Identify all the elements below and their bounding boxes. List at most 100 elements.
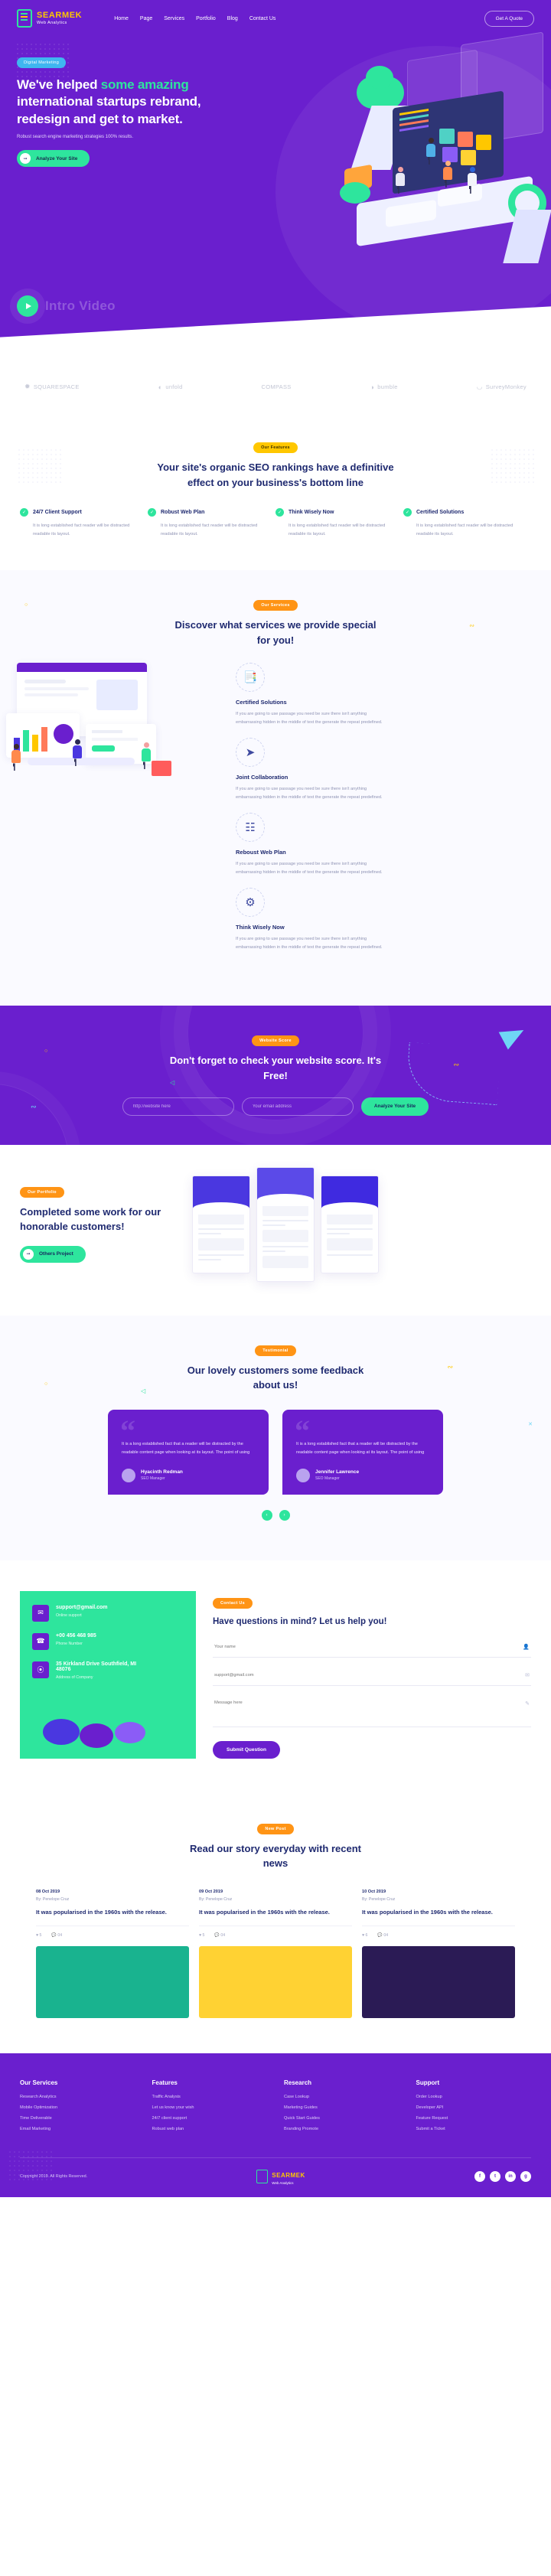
brand-logo[interactable]: SEARMEK Web Analytics: [17, 9, 82, 28]
footer-link[interactable]: Traffic Analysis: [152, 2095, 268, 2099]
paper-plane-icon: ➤: [236, 738, 265, 768]
portfolio-intro: Our Portfolio Completed some work for ou…: [20, 1176, 184, 1263]
testimonial-name: Jennifer Lawrence: [315, 1469, 360, 1475]
nav-item-services[interactable]: Services: [164, 16, 184, 21]
footer-heading: Research: [284, 2079, 312, 2087]
phone-icon: ☎: [32, 1632, 49, 1650]
footer-link[interactable]: Mobile Optimization: [20, 2105, 135, 2110]
service-title: Certified Solutions: [236, 699, 287, 706]
email-input[interactable]: [214, 1672, 526, 1678]
facebook-icon[interactable]: f: [474, 2170, 485, 2182]
user-icon: 👤: [523, 1644, 530, 1650]
envelope-icon: ✉: [32, 1604, 49, 1622]
submit-question-button[interactable]: Submit Question: [213, 1740, 280, 1759]
services-grid: 📑 Certified Solutions If you are going t…: [236, 663, 534, 951]
footer-link[interactable]: 24/7 client support: [152, 2116, 268, 2121]
prev-button[interactable]: ‹: [261, 1509, 272, 1521]
nav-item-portfolio[interactable]: Portfolio: [196, 16, 216, 21]
google-icon[interactable]: g: [520, 2170, 531, 2182]
brand-tagline: Web Analytics: [37, 20, 67, 25]
portfolio-shot[interactable]: [321, 1175, 379, 1273]
blog-thumbnail: [36, 1946, 189, 2019]
blog-card[interactable]: 09 Oct 2019 By: Penelope Cruz It was pop…: [199, 1890, 352, 2019]
feature-card: ✓ 24/7 Client Support It is long establi…: [20, 508, 148, 538]
service-card-certified-solutions[interactable]: 📑 Certified Solutions If you are going t…: [236, 663, 383, 727]
blog-card[interactable]: 10 Oct 2019 By: Penelope Cruz It was pop…: [362, 1890, 515, 2019]
testimonial-role: SEO Manager: [141, 1476, 165, 1482]
service-card-reboust-web-plan[interactable]: ☷ Reboust Web Plan If you are going to u…: [236, 813, 383, 877]
footer-link[interactable]: Robust web plan: [152, 2127, 268, 2131]
feature-desc: It is long established fact reader will …: [289, 523, 386, 536]
check-icon: ✓: [276, 508, 284, 517]
footer-link[interactable]: Quick Start Guides: [284, 2116, 399, 2121]
footer-link[interactable]: Developer API: [416, 2105, 532, 2110]
website-url-input[interactable]: [122, 1097, 234, 1116]
portfolio-shot[interactable]: [192, 1175, 250, 1273]
hero-analyze-button[interactable]: ➞ Analyze Your Site: [17, 150, 90, 168]
logo-label: SurveyMonkey: [485, 383, 527, 390]
footer-column-our-services: Our Services Research Analytics Mobile O…: [20, 2079, 135, 2137]
hero-section: SEARMEK Web Analytics Home Page Services…: [0, 0, 551, 360]
pie-chart-decoration: [37, 1705, 167, 1753]
hero-title-accent: some amazing: [100, 77, 189, 92]
footer-heading: Features: [152, 2079, 178, 2087]
footer-bottom: Copyright 2019. All Rights Reserved. SEA…: [20, 2157, 531, 2197]
location-icon: ⦿: [32, 1661, 49, 1678]
service-desc: If you are going to use passage you need…: [236, 787, 383, 801]
hero-title: We've helped some amazing international s…: [17, 77, 253, 128]
testimonials-section: ○ ◁ ∾ ✕ Testimonial Our lovely customers…: [0, 1315, 551, 1560]
name-input[interactable]: [214, 1644, 523, 1649]
hero-analyze-label: Analyze Your Site: [36, 155, 78, 161]
main-navbar: SEARMEK Web Analytics Home Page Services…: [0, 0, 551, 28]
service-card-think-wisely-now[interactable]: ⚙ Think Wisely Now If you are going to u…: [236, 887, 383, 952]
nav-links: Home Page Services Portfolio Blog Contac…: [114, 16, 276, 21]
blog-likes: ♥ 5: [36, 1933, 42, 1939]
logo-surveymonkey: ◡ SurveyMonkey: [477, 383, 527, 391]
nav-item-contact-us[interactable]: Contact Us: [249, 16, 276, 21]
cta-analyze-button[interactable]: Analyze Your Site: [360, 1097, 429, 1116]
intro-video-label: Intro Video: [45, 298, 116, 313]
features-list: ✓ 24/7 Client Support It is long establi…: [0, 490, 551, 570]
blog-author: By: Penelope Cruz: [36, 1896, 70, 1902]
footer-link[interactable]: Time Deliverable: [20, 2116, 135, 2121]
footer-link[interactable]: Feature Request: [416, 2116, 532, 2121]
portfolio-screenshots: [192, 1166, 379, 1282]
nav-item-home[interactable]: Home: [114, 16, 129, 21]
footer-link[interactable]: Branding Promote: [284, 2127, 399, 2131]
features-title: Your site's organic SEO rankings have a …: [157, 461, 394, 488]
footer-link[interactable]: Let us know your wish: [152, 2105, 268, 2110]
footer-columns: Our Services Research Analytics Mobile O…: [20, 2079, 531, 2137]
linkedin-icon[interactable]: in: [504, 2170, 516, 2182]
blog-thumbnail: [362, 1946, 515, 2019]
surveymonkey-icon: ◡: [476, 383, 483, 390]
service-card-joint-collaboration[interactable]: ➤ Joint Collaboration If you are going t…: [236, 738, 383, 802]
message-input[interactable]: [214, 1700, 526, 1710]
get-a-quote-button[interactable]: Get A Quote: [484, 10, 534, 27]
footer-link[interactable]: Case Lookup: [284, 2095, 399, 2099]
footer-link[interactable]: Email Marketing: [20, 2127, 135, 2131]
play-icon[interactable]: [17, 295, 38, 317]
others-project-button[interactable]: ➞ Others Project: [20, 1245, 86, 1263]
contact-info-title: +00 456 468 985: [56, 1632, 96, 1639]
footer-link[interactable]: Submit a Ticket: [416, 2127, 532, 2131]
hero-title-part2: international startups rebrand, redesign…: [17, 94, 201, 126]
footer-link[interactable]: Research Analytics: [20, 2095, 135, 2099]
footer-link[interactable]: Marketing Guides: [284, 2105, 399, 2110]
pencil-icon: ✎: [525, 1700, 530, 1707]
footer-link[interactable]: Order Lookup: [416, 2095, 532, 2099]
blog-likes: ♥ 5: [199, 1933, 205, 1939]
portfolio-shot[interactable]: [256, 1166, 315, 1282]
next-button[interactable]: ›: [279, 1509, 290, 1521]
portfolio-section: Our Portfolio Completed some work for ou…: [0, 1144, 551, 1316]
paper-plane-decoration: [498, 1021, 529, 1050]
squarespace-icon: ✹: [24, 383, 31, 390]
nav-item-blog[interactable]: Blog: [227, 16, 238, 21]
footer-brand[interactable]: SEARMEK Web Analytics: [256, 2167, 305, 2185]
blog-post-title: It was popularised in the 1960s with the…: [362, 1908, 493, 1916]
blog-date: 08 Oct 2019: [36, 1889, 60, 1894]
name-field-row: 👤: [213, 1637, 531, 1658]
intro-video-block[interactable]: Intro Video: [17, 295, 116, 317]
blog-card[interactable]: 08 Oct 2019 By: Penelope Cruz It was pop…: [36, 1890, 189, 2019]
nav-item-page[interactable]: Page: [140, 16, 152, 21]
twitter-icon[interactable]: t: [489, 2170, 500, 2182]
